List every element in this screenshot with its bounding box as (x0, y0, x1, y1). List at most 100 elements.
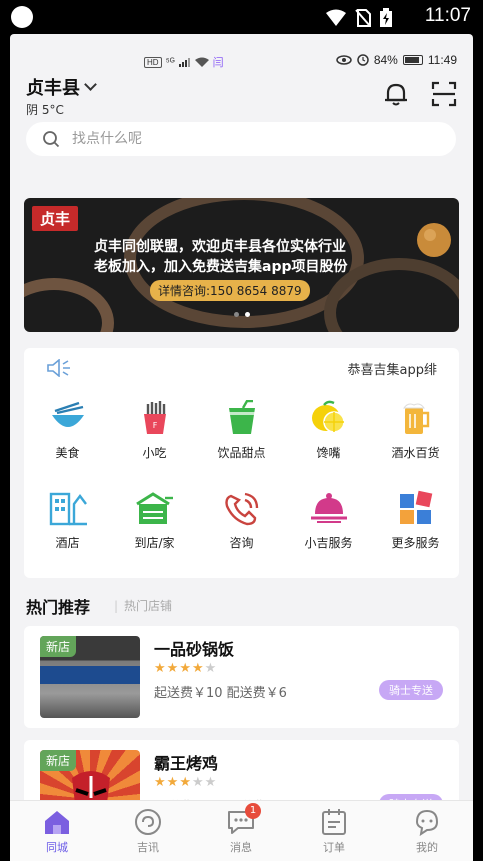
weather-text: 阴 5°C (26, 103, 64, 117)
drink-icon (222, 398, 262, 438)
star-empty-icon: ★ (191, 775, 205, 790)
lemon-icon (309, 398, 349, 438)
star-filled-icon: ★ (166, 661, 180, 676)
phone-icon (222, 488, 262, 528)
new-shop-tag: 新店 (40, 750, 77, 771)
category-label: 馋嘴 (316, 446, 341, 460)
category-store-home[interactable]: 到店/家 (111, 488, 198, 551)
tab-label: 我的 (416, 841, 438, 854)
banner-contact: 详情咨询:150 8654 8879 (150, 280, 310, 301)
alarm-icon (357, 54, 369, 66)
star-filled-icon: ★ (191, 661, 205, 676)
tab-messages[interactable]: 1 消息 (206, 803, 276, 855)
wifi-small-icon (194, 57, 209, 67)
scan-icon[interactable] (430, 80, 458, 108)
location-selector[interactable]: 贞丰县 (26, 74, 97, 100)
star-empty-icon: ★ (204, 661, 218, 676)
message-icon: 1 (206, 803, 276, 837)
category-consult[interactable]: 咨询 (198, 488, 285, 551)
tab-label: 吉讯 (137, 841, 159, 854)
wifi-icon (326, 9, 346, 26)
banner-line-1: 贞丰同创联盟，欢迎贞丰县各位实体行业 (94, 239, 346, 255)
rider-delivery-badge: 骑士专送 (379, 680, 443, 700)
beer-icon (396, 398, 436, 438)
order-icon (299, 807, 369, 837)
hotel-icon (48, 488, 88, 528)
category-label: 到店/家 (134, 536, 175, 550)
category-food[interactable]: 美食 (24, 398, 111, 461)
tab-local[interactable]: 同城 (22, 807, 92, 855)
speaker-icon (47, 359, 70, 377)
shop-rating: ★★★★★ (154, 775, 217, 790)
tab-orders[interactable]: 订单 (299, 807, 369, 855)
svg-text:F: F (152, 421, 157, 430)
star-filled-icon: ★ (154, 661, 167, 676)
fries-icon: F (135, 398, 175, 438)
category-label: 小吉服务 (304, 536, 353, 550)
home-icon (22, 807, 92, 837)
news-icon (113, 807, 183, 837)
battery-percent: 84% (373, 53, 398, 67)
tab-label: 消息 (230, 841, 252, 854)
shop-fees: 起送费￥10 配送费￥6 (154, 686, 287, 701)
battery-charging-icon (380, 8, 392, 27)
category-label: 酒水百货 (391, 446, 440, 460)
inner-time: 11:49 (427, 53, 457, 67)
profile-icon (392, 807, 462, 837)
tab-profile[interactable]: 我的 (392, 807, 462, 855)
category-xiaoji-service[interactable]: 小吉服务 (285, 488, 372, 551)
banner-pagination (234, 312, 250, 317)
pagination-dot[interactable] (234, 312, 239, 317)
app-screen: HD ⁵ᴳ 闫 84% 11:49 贞丰县 阴 5°C 找点什么呢 贞丰 贞丰同… (10, 34, 473, 861)
notification-dot-icon (11, 6, 33, 28)
banner-tag: 贞丰 (32, 206, 79, 231)
inner-status-left: HD ⁵ᴳ 闫 (144, 54, 224, 70)
category-grid: 美食 F 小吃 饮品甜点 馋嘴 酒水百货 酒店 到店/家 咨询 小吉服务 更多服… (24, 388, 459, 578)
category-nibbles[interactable]: 馋嘴 (285, 398, 372, 461)
search-bar[interactable] (26, 122, 456, 156)
shop-name: 一品砂锅饭 (154, 640, 235, 659)
star-empty-icon: ★ (204, 775, 218, 790)
category-hotel[interactable]: 酒店 (24, 488, 111, 551)
hd-badge: HD (144, 56, 162, 68)
section-subtitle[interactable]: 热门店铺 (114, 597, 172, 614)
inner-status-right: 84% 11:49 (336, 53, 457, 67)
app-indicator: 闫 (212, 57, 224, 69)
star-filled-icon: ★ (154, 775, 167, 790)
bowl-icon (48, 398, 88, 438)
notice-bar[interactable]: 恭喜吉集app绯 (24, 348, 459, 388)
tab-label: 同城 (46, 841, 68, 854)
category-label: 饮品甜点 (217, 446, 266, 460)
battery-icon (402, 55, 423, 65)
chevron-down-icon (84, 77, 97, 91)
system-status-bar: 11:07 (0, 0, 483, 34)
shop-card[interactable]: 新店 一品砂锅饭 ★★★★★ 起送费￥10 配送费￥6 骑士专送 (24, 626, 459, 728)
category-label: 美食 (55, 446, 80, 460)
category-label: 更多服务 (391, 536, 440, 550)
system-status-icons (325, 8, 393, 28)
bottom-tab-bar: 同城 吉讯 1 消息 订单 我的 (10, 800, 473, 861)
star-filled-icon: ★ (179, 775, 192, 790)
signal-icon (178, 58, 190, 67)
house-icon (135, 488, 175, 528)
search-icon (43, 131, 60, 148)
unread-badge: 1 (245, 803, 261, 819)
promo-banner[interactable]: 贞丰 贞丰同创联盟，欢迎贞丰县各位实体行业 老板加入，加入免费送吉集app项目股… (24, 198, 459, 332)
category-more-services[interactable]: 更多服务 (372, 488, 459, 551)
category-snack[interactable]: F 小吃 (111, 398, 198, 461)
system-time: 11:07 (424, 5, 471, 26)
inner-status-bar: HD ⁵ᴳ 闫 84% 11:49 (10, 34, 473, 74)
banner-ring-decoration (24, 278, 114, 332)
bell-icon[interactable] (382, 80, 410, 108)
pagination-dot-active[interactable] (245, 312, 250, 317)
notice-text: 恭喜吉集app绯 (347, 363, 437, 378)
service-icon (309, 488, 349, 528)
eye-icon (336, 55, 352, 65)
signal-label: ⁵ᴳ (165, 56, 175, 68)
location-name: 贞丰县 (26, 78, 80, 99)
tab-news[interactable]: 吉讯 (113, 807, 183, 855)
search-input[interactable] (72, 131, 392, 147)
star-filled-icon: ★ (166, 775, 180, 790)
category-liquor[interactable]: 酒水百货 (372, 398, 459, 461)
category-drinks[interactable]: 饮品甜点 (198, 398, 285, 461)
